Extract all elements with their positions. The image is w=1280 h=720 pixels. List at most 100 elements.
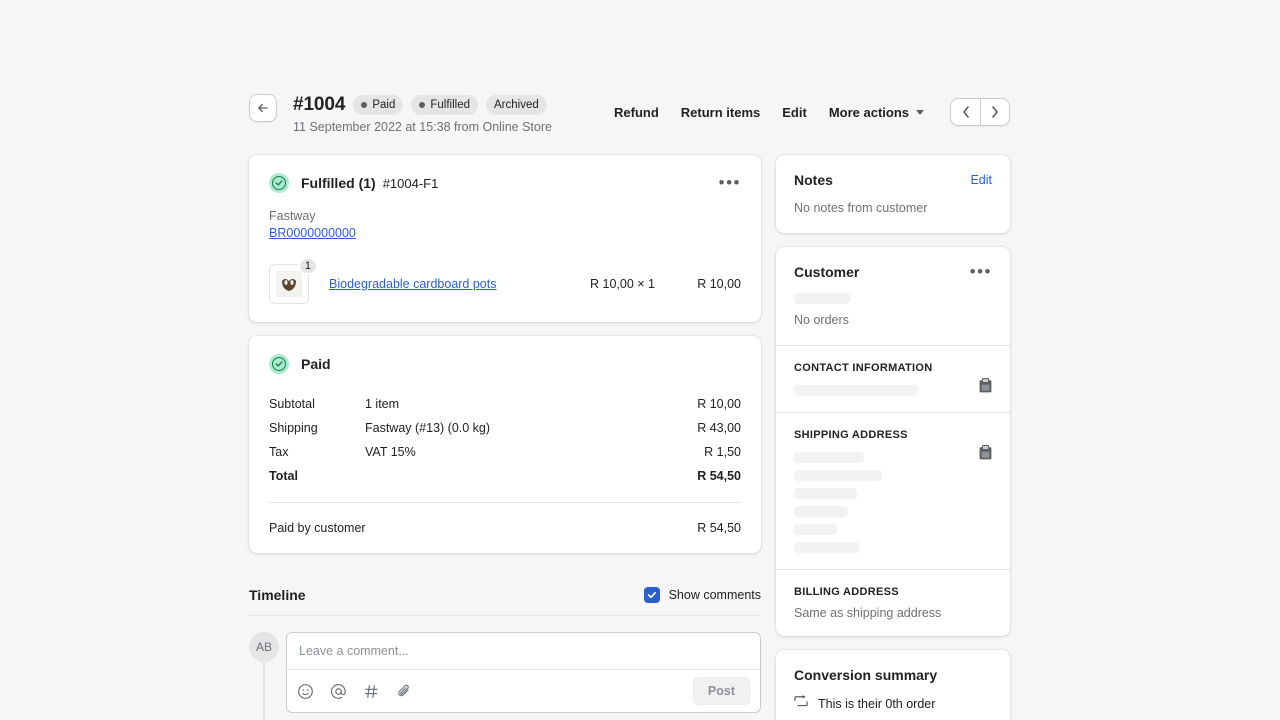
- payment-row-total: Total R 54,50: [269, 464, 741, 488]
- row-value: R 10,00: [697, 397, 741, 411]
- notes-title: Notes: [794, 172, 833, 188]
- payment-row-subtotal: Subtotal 1 item R 10,00: [269, 392, 741, 416]
- status-badge-label: Paid: [372, 99, 396, 111]
- tracking-number-link[interactable]: BR0000000000: [269, 226, 356, 240]
- fulfillment-card: Fulfilled (1) #1004-F1 ••• Fastway BR000…: [249, 155, 761, 322]
- arrow-left-icon: [258, 103, 268, 113]
- status-dot: [361, 102, 368, 108]
- hashtag-icon[interactable]: [363, 683, 380, 700]
- clipboard-icon[interactable]: [979, 445, 992, 465]
- back-button[interactable]: [249, 94, 277, 122]
- status-badge-archived: Archived: [486, 95, 547, 115]
- payment-row-tax: Tax VAT 15% R 1,50: [269, 440, 741, 464]
- shipping-line-redacted: [794, 488, 857, 499]
- shipping-line-redacted: [794, 524, 837, 535]
- conversion-row-text: This is their 0th order: [818, 696, 936, 711]
- notes-body: No notes from customer: [794, 201, 928, 215]
- row-desc: 1 item: [365, 397, 400, 411]
- billing-address-label: BILLING ADDRESS: [794, 586, 899, 598]
- shipping-address-section: SHIPPING ADDRESS: [776, 412, 1010, 569]
- conversion-row: This is their 0th order: [794, 695, 992, 712]
- page-header: #1004 Paid Fulfilled Archived 11 Septemb…: [249, 94, 1010, 134]
- fulfilled-check-icon: [269, 173, 289, 193]
- comment-composer-entry: AB Leave a comment... Post: [249, 632, 761, 720]
- product-image: [276, 271, 302, 297]
- paid-by-value: R 54,50: [697, 521, 741, 535]
- customer-title: Customer: [794, 264, 860, 280]
- more-actions-button[interactable]: More actions: [829, 105, 924, 120]
- line-item-unit-price: R 10,00 × 1: [590, 277, 655, 291]
- next-order-button[interactable]: [980, 98, 1010, 126]
- status-badge-paid: Paid: [353, 95, 404, 115]
- product-thumbnail-wrap: 1: [269, 257, 318, 304]
- line-item-name-link[interactable]: Biodegradable cardboard pots: [329, 277, 496, 291]
- paid-check-icon: [269, 354, 289, 374]
- page-title: #1004: [293, 94, 346, 115]
- clipboard-icon[interactable]: [979, 378, 992, 398]
- chevron-left-icon: [962, 106, 969, 118]
- fulfillment-count: (1): [358, 175, 376, 191]
- notes-edit-button[interactable]: Edit: [970, 173, 992, 187]
- row-label: Tax: [269, 445, 289, 459]
- contact-information-label: CONTACT INFORMATION: [794, 362, 933, 374]
- pagination: [950, 98, 1010, 126]
- attachment-icon[interactable]: [396, 683, 413, 700]
- customer-name-redacted: [794, 293, 850, 304]
- timeline-title: Timeline: [249, 587, 306, 603]
- checkmark-icon: [647, 591, 656, 599]
- status-badge-label: Archived: [494, 99, 539, 111]
- previous-order-button[interactable]: [950, 98, 980, 126]
- payment-status-title: Paid: [301, 356, 331, 372]
- shipping-line-redacted: [794, 506, 848, 517]
- emoji-icon[interactable]: [297, 683, 314, 700]
- sidebar-column: Notes Edit No notes from customer Custom…: [776, 155, 1010, 720]
- avatar: AB: [249, 632, 279, 662]
- quantity-badge: 1: [297, 257, 318, 275]
- show-comments-label: Show comments: [668, 588, 761, 602]
- shipping-line-redacted: [794, 470, 882, 481]
- fulfillment-more-menu[interactable]: •••: [719, 174, 741, 191]
- refund-button[interactable]: Refund: [614, 105, 659, 120]
- shipping-address-label: SHIPPING ADDRESS: [794, 429, 908, 441]
- fulfillment-status-title: Fulfilled (1): [301, 175, 376, 191]
- row-value: R 43,00: [697, 421, 741, 435]
- line-item-total: R 10,00: [697, 277, 741, 291]
- customer-card: Customer ••• No orders CONTACT INFORMATI…: [776, 247, 1010, 636]
- row-value: R 1,50: [704, 445, 741, 459]
- contact-email-redacted: [794, 385, 918, 396]
- timeline-rail: AB: [249, 632, 286, 720]
- status-dot: [419, 102, 426, 108]
- post-comment-button[interactable]: Post: [692, 677, 750, 705]
- contact-information-section: CONTACT INFORMATION: [776, 345, 1010, 412]
- timeline-section: Timeline Show comments AB Leave a commen…: [249, 587, 761, 720]
- timeline-divider: [249, 615, 761, 616]
- return-items-button[interactable]: Return items: [681, 105, 760, 120]
- line-item: 1 Biodegradable cardboard pots R 10,00 ×…: [269, 257, 741, 304]
- customer-summary: No orders: [776, 280, 1010, 345]
- customer-orders-count: No orders: [794, 313, 849, 327]
- comment-input[interactable]: Leave a comment...: [287, 633, 760, 669]
- row-label: Total: [269, 469, 298, 483]
- fulfillment-status-text: Fulfilled: [301, 175, 355, 191]
- edit-button[interactable]: Edit: [782, 105, 807, 120]
- status-badge-fulfilled: Fulfilled: [411, 95, 479, 115]
- customer-more-menu[interactable]: •••: [970, 263, 992, 280]
- paid-by-customer-row: Paid by customer R 54,50: [269, 503, 741, 535]
- shipping-line-redacted: [794, 452, 864, 463]
- comment-composer: Leave a comment... Post: [286, 632, 761, 720]
- show-comments-checkbox[interactable]: [643, 587, 660, 603]
- billing-address-value: Same as shipping address: [794, 606, 942, 620]
- row-desc: Fastway (#13) (0.0 kg): [365, 421, 491, 435]
- timeline-connector-line: [263, 662, 265, 720]
- mention-icon[interactable]: [330, 683, 347, 700]
- order-subtitle: 11 September 2022 at 15:38 from Online S…: [293, 120, 552, 134]
- repeat-icon: [794, 695, 809, 712]
- shipping-line-redacted: [794, 542, 859, 553]
- main-column: Fulfilled (1) #1004-F1 ••• Fastway BR000…: [249, 155, 761, 720]
- payment-breakdown: Subtotal 1 item R 10,00 Shipping Fastway…: [269, 392, 741, 488]
- conversion-summary-card: Conversion summary This is their 0th ord…: [776, 650, 1010, 720]
- row-label: Subtotal: [269, 397, 315, 411]
- billing-address-section: BILLING ADDRESS Same as shipping address: [776, 569, 1010, 636]
- fulfillment-id: #1004-F1: [382, 175, 439, 191]
- show-comments-toggle[interactable]: Show comments: [643, 587, 761, 603]
